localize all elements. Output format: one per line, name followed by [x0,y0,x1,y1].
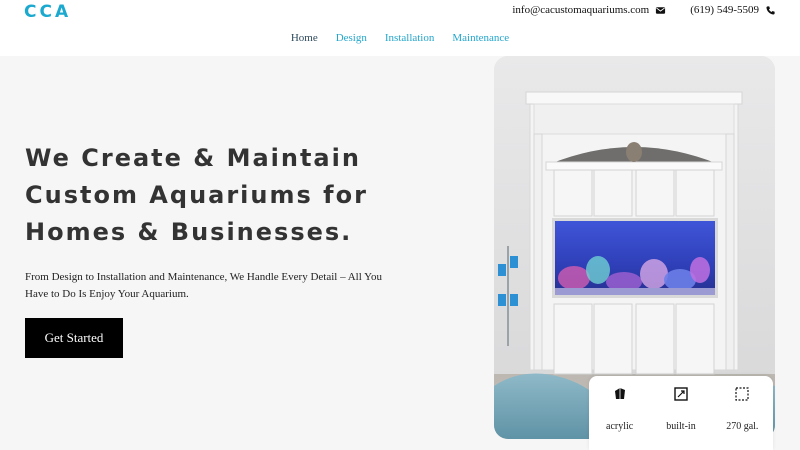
main-nav: Home Design Installation Maintenance [0,32,800,44]
hero-title-line-1: We Create & Maintain [25,144,361,172]
contact-bar: info@cacustomaquariums.com (619) 549-550… [512,4,776,16]
features-panel: acrylic built-in 270 gal. [589,376,773,450]
feature-built-in: built-in [654,384,708,450]
feature-label: built-in [666,421,696,432]
hero-title-line-3: Homes & Businesses. [25,218,353,246]
get-started-button[interactable]: Get Started [25,318,123,358]
acrylic-icon [614,388,625,399]
hero-title: We Create & Maintain Custom Aquariums fo… [25,140,445,251]
email-link[interactable]: info@cacustomaquariums.com [512,4,649,16]
site-logo[interactable]: CCA [24,2,71,22]
mail-icon [656,6,666,14]
nav-design[interactable]: Design [336,32,367,44]
feature-acrylic: acrylic [593,384,647,450]
top-bar: CCA info@cacustomaquariums.com (619) 549… [0,0,800,56]
phone-link[interactable]: (619) 549-5509 [690,4,759,16]
feature-label: acrylic [606,421,634,432]
nav-maintenance[interactable]: Maintenance [452,32,509,44]
built-in-icon [674,387,688,401]
hero-subtitle: From Design to Installation and Maintena… [25,271,382,300]
phone-icon [766,5,775,15]
nav-installation[interactable]: Installation [385,32,435,44]
hero-title-line-2: Custom Aquariums for [25,181,368,209]
feature-capacity: 270 gal. [715,384,769,450]
nav-home[interactable]: Home [291,32,318,44]
capacity-icon [735,387,749,401]
feature-label: 270 gal. [726,421,759,432]
